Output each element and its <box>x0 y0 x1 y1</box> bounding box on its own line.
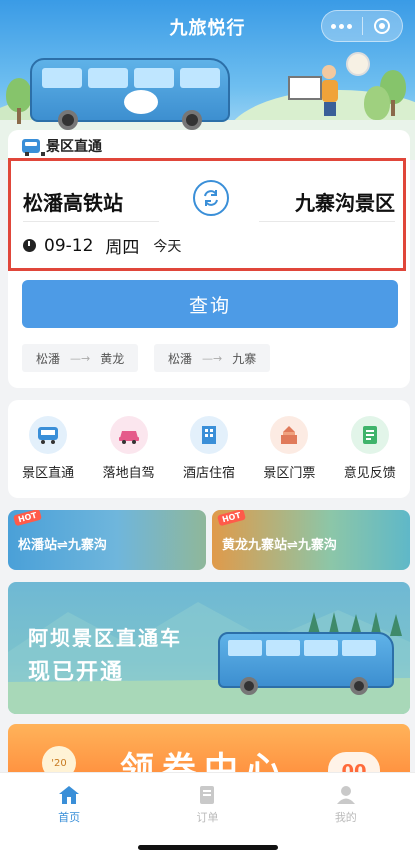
history-route-1[interactable]: 松潘 —→ 黄龙 <box>22 344 139 372</box>
service-self-drive[interactable]: 落地自驾 <box>94 416 164 481</box>
more-dots-icon <box>331 23 353 29</box>
service-label: 酒店住宿 <box>182 466 235 481</box>
hotel-icon <box>189 416 228 454</box>
feedback-icon <box>350 416 389 454</box>
history-route-2[interactable]: 松潘 —→ 九寨 <box>154 344 271 372</box>
service-hotel[interactable]: 酒店住宿 <box>174 416 244 481</box>
app-title: 九旅悦行 <box>169 18 246 39</box>
tab-label: 我的 <box>334 811 357 824</box>
ticket-icon <box>270 416 309 454</box>
query-button[interactable]: 查询 <box>22 280 398 328</box>
route-banner-huanglong-jiuzhai[interactable]: HOT 黄龙九寨站⇌九寨沟 <box>212 510 410 570</box>
travel-date: 09-12 <box>44 235 94 256</box>
route-banner-songpan-jiuzhai[interactable]: HOT 松潘站⇌九寨沟 <box>8 510 206 570</box>
travel-weekday: 周四 <box>105 238 140 258</box>
mini-program-capsule <box>321 10 403 42</box>
express-bus-banner[interactable]: 阿坝景区直通车 现已开通 <box>8 582 410 714</box>
more-button[interactable] <box>322 11 362 41</box>
service-scenic-direct[interactable]: 景区直通 <box>13 416 83 481</box>
tab-label: 首页 <box>58 811 81 824</box>
bus-illustration <box>218 632 394 695</box>
service-label: 意见反馈 <box>343 466 396 481</box>
service-tickets[interactable]: 景区门票 <box>254 416 324 481</box>
tab-label: 订单 <box>196 811 219 824</box>
arrow-icon: —→ <box>202 351 223 365</box>
tab-scenic-direct[interactable]: 景区直通 <box>22 136 102 156</box>
history-from: 松潘 <box>168 351 193 366</box>
car-icon <box>109 416 148 454</box>
banner-subheadline: 现已开通 <box>28 660 125 685</box>
tab-home[interactable]: 首页 <box>0 773 138 860</box>
hot-badge: HOT <box>13 510 42 527</box>
service-label: 景区直通 <box>22 466 75 481</box>
traveler-illustration <box>322 65 338 116</box>
bus-icon <box>22 139 45 156</box>
bus-illustration <box>30 58 230 130</box>
home-icon <box>59 786 80 804</box>
service-grid: 景区直通 落地自驾 酒店住宿 景区门票 意见反馈 <box>8 400 410 498</box>
departure-station[interactable]: 松潘高铁站 <box>23 187 123 216</box>
service-feedback[interactable]: 意见反馈 <box>335 416 405 481</box>
panda-badge-illustration <box>346 52 370 76</box>
tab-profile[interactable]: 我的 <box>277 773 415 860</box>
history-to: 九寨 <box>232 351 257 366</box>
arrow-icon: —→ <box>70 351 91 365</box>
profile-icon <box>336 786 355 804</box>
billboard-illustration <box>288 76 322 100</box>
history-from: 松潘 <box>36 351 61 366</box>
service-label: 落地自驾 <box>102 466 155 481</box>
today-label: 今天 <box>153 238 182 255</box>
swap-stations-button[interactable] <box>193 180 229 216</box>
route-selector: 松潘高铁站 九寨沟景区 09-12 周四 今天 <box>8 158 406 271</box>
target-icon <box>374 18 391 34</box>
swap-icon <box>204 190 218 206</box>
clock-icon <box>23 239 36 252</box>
banner-text: 松潘站⇌九寨沟 <box>18 538 107 553</box>
service-label: 景区门票 <box>263 466 316 481</box>
tab-label: 景区直通 <box>46 139 102 155</box>
close-miniprogram-button[interactable] <box>363 11 403 41</box>
arrival-station[interactable]: 九寨沟景区 <box>295 187 395 216</box>
order-icon <box>200 786 215 804</box>
home-indicator <box>138 845 278 850</box>
bus-icon <box>29 416 68 454</box>
banner-headline: 阿坝景区直通车 <box>28 626 182 650</box>
booking-card: 景区直通 松潘高铁站 九寨沟景区 09-12 周四 今天 查询 松潘 —→ 黄龙… <box>8 130 410 388</box>
date-selector[interactable]: 09-12 周四 今天 <box>23 233 181 258</box>
history-to: 黄龙 <box>100 351 125 366</box>
banner-text: 黄龙九寨站⇌九寨沟 <box>222 538 337 553</box>
title-bar: 九旅悦行 <box>0 0 415 54</box>
hot-badge: HOT <box>217 510 246 527</box>
